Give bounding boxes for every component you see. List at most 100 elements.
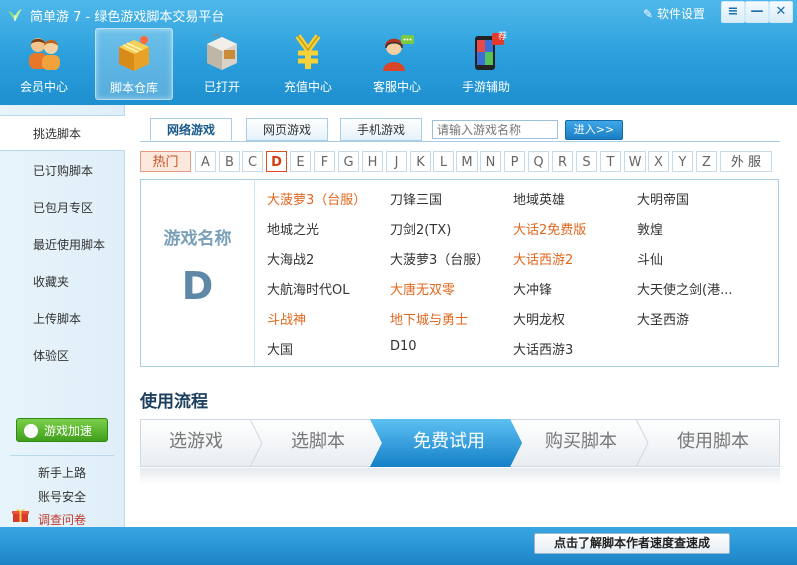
game-link[interactable]: 刀锋三国: [390, 189, 442, 208]
letter-y[interactable]: Y: [672, 151, 693, 172]
recharge-yuan-icon: [295, 34, 321, 69]
flow-title: 使用流程: [140, 392, 208, 412]
games-panel-header: 游戏名称 D: [141, 180, 255, 366]
app-logo-icon: [8, 9, 22, 21]
sidebar-item-trial[interactable]: 体验区: [0, 338, 124, 374]
game-link[interactable]: 斗战神: [267, 309, 306, 328]
letter-q[interactable]: Q: [528, 151, 549, 172]
game-link[interactable]: 大菠萝3（台服）: [390, 249, 489, 268]
opened-scripts-icon: [207, 33, 237, 70]
nav-mobile-assist[interactable]: 荐 手游辅助: [448, 28, 524, 98]
tab-online-games[interactable]: 网络游戏: [150, 118, 232, 141]
nav-members[interactable]: 会员中心: [6, 28, 82, 98]
tab-web-games[interactable]: 网页游戏: [246, 118, 328, 141]
letter-j[interactable]: J: [386, 151, 407, 172]
letter-x[interactable]: X: [648, 151, 669, 172]
nav-customer-service[interactable]: 客服中心: [359, 28, 435, 98]
sidebar-item-upload[interactable]: 上传脚本: [0, 301, 124, 337]
game-link[interactable]: 大话西游2: [513, 249, 573, 268]
sidebar-item-recent[interactable]: 最近使用脚本: [0, 227, 124, 263]
letter-a[interactable]: A: [195, 151, 216, 172]
flow-step-buy-script: 购买脚本: [545, 431, 617, 452]
nav-script-warehouse[interactable]: 脚本仓库: [95, 28, 173, 100]
game-link[interactable]: 斗仙: [637, 249, 663, 268]
letter-z[interactable]: Z: [696, 151, 717, 172]
letter-hot[interactable]: 热门: [140, 151, 191, 172]
game-link[interactable]: 大话西游3: [513, 339, 573, 358]
enter-button[interactable]: 进入>>: [565, 120, 623, 140]
script-warehouse-icon: [119, 36, 149, 71]
game-accelerate-button[interactable]: 游戏加速: [16, 418, 108, 442]
game-link[interactable]: 大海战2: [267, 249, 314, 268]
accelerate-label: 游戏加速: [44, 424, 93, 438]
game-link[interactable]: 敦煌: [637, 219, 663, 238]
sidebar-divider: [10, 455, 114, 456]
letter-foreign[interactable]: 外 服: [720, 151, 772, 172]
customer-service-icon: [383, 35, 414, 71]
letter-e[interactable]: E: [290, 151, 311, 172]
game-link[interactable]: 大菠萝3（台服）: [267, 189, 366, 208]
letter-r[interactable]: R: [552, 151, 573, 172]
sidebar: 挑选脚本 已订购脚本 已包月专区 最近使用脚本 收藏夹 上传脚本 体验区 游戏加…: [0, 105, 125, 527]
globe-icon: [24, 424, 38, 438]
letter-b[interactable]: B: [219, 151, 240, 172]
sidebar-item-ordered[interactable]: 已订购脚本: [0, 153, 124, 189]
games-panel-letter: D: [181, 264, 214, 308]
game-link[interactable]: 大话2免费版: [513, 219, 586, 238]
letter-m[interactable]: M: [456, 151, 478, 172]
letter-h[interactable]: H: [362, 151, 383, 172]
window-title: 简单游 7 - 绿色游戏脚本交易平台: [30, 10, 225, 25]
game-link[interactable]: 地域英雄: [513, 189, 565, 208]
game-link[interactable]: 大天使之剑(港...: [637, 279, 732, 298]
nav-label: 脚本仓库: [109, 81, 158, 95]
letter-l[interactable]: L: [433, 151, 454, 172]
game-link[interactable]: D10: [390, 339, 417, 354]
nav-label: 手游辅助: [461, 80, 510, 94]
menu-button[interactable]: ≡: [721, 1, 745, 23]
letter-d[interactable]: D: [266, 151, 287, 172]
newbie-link[interactable]: 新手上路: [38, 464, 86, 481]
sidebar-item-favorites[interactable]: 收藏夹: [0, 264, 124, 300]
nav-recharge[interactable]: 充值中心: [270, 28, 346, 98]
game-link[interactable]: 大唐无双零: [390, 279, 455, 298]
wrench-icon: ✎: [643, 7, 654, 21]
letter-w[interactable]: W: [624, 151, 646, 172]
nav-label: 会员中心: [19, 80, 68, 94]
game-link[interactable]: 大航海时代OL: [267, 279, 349, 298]
letter-k[interactable]: K: [410, 151, 431, 172]
letter-c[interactable]: C: [242, 151, 263, 172]
nav-label: 已打开: [203, 80, 240, 94]
letter-f[interactable]: F: [314, 151, 335, 172]
nav-opened[interactable]: 已打开: [184, 28, 260, 98]
game-link[interactable]: 大圣西游: [637, 309, 689, 328]
letter-n[interactable]: N: [480, 151, 501, 172]
game-search-input[interactable]: [432, 120, 558, 139]
game-link[interactable]: 大明龙权: [513, 309, 565, 328]
letter-p[interactable]: P: [504, 151, 525, 172]
flow-step-choose-script: 选脚本: [291, 431, 345, 452]
title-bar: 简单游 7 - 绿色游戏脚本交易平台 ✎ 软件设置 ≡ — ✕: [0, 0, 797, 28]
game-link[interactable]: 大冲锋: [513, 279, 552, 298]
settings-link[interactable]: ✎ 软件设置: [643, 5, 705, 22]
account-security-link[interactable]: 账号安全: [38, 488, 86, 505]
close-button[interactable]: ✕: [769, 1, 793, 23]
letter-s[interactable]: S: [576, 151, 597, 172]
recommend-badge: 荐: [498, 32, 508, 42]
minimize-button[interactable]: —: [745, 1, 769, 23]
usage-flow: 选游戏 选脚本 免费试用 购买脚本 使用脚本: [140, 419, 780, 467]
author-notice-link[interactable]: 点击了解脚本作者速度查速成: [534, 533, 730, 554]
game-link[interactable]: 地下城与勇士: [390, 309, 468, 328]
letter-g[interactable]: G: [338, 151, 359, 172]
game-link[interactable]: 大国: [267, 339, 293, 358]
sidebar-item-pick-scripts[interactable]: 挑选脚本: [0, 115, 125, 151]
game-link[interactable]: 刀剑2(TX): [390, 219, 451, 238]
header-bar: 简单游 7 - 绿色游戏脚本交易平台 ✎ 软件设置 ≡ — ✕ 会员中心 脚本仓…: [0, 0, 797, 105]
letter-t[interactable]: T: [600, 151, 621, 172]
nav-label: 充值中心: [283, 80, 332, 94]
game-link[interactable]: 大明帝国: [637, 189, 689, 208]
tab-mobile-games[interactable]: 手机游戏: [340, 118, 422, 141]
sidebar-item-monthly[interactable]: 已包月专区: [0, 190, 124, 226]
survey-link[interactable]: 调查问卷: [38, 511, 86, 528]
game-link[interactable]: 地城之光: [267, 219, 319, 238]
main-nav: 会员中心 脚本仓库 已打开 充值中心 客服中心 荐 手游辅助: [0, 28, 797, 100]
